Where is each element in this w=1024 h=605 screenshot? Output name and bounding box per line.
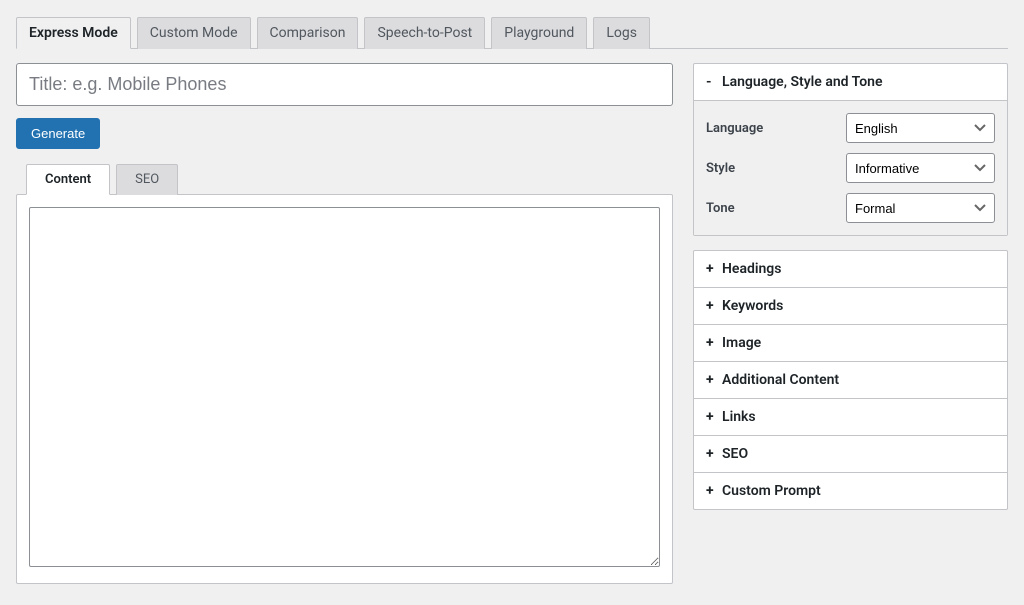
plus-icon: + [706, 335, 716, 351]
plus-icon: + [706, 261, 716, 277]
panel-header-keywords[interactable]: + Keywords [694, 288, 1007, 325]
content-textarea[interactable] [29, 207, 660, 567]
generate-button[interactable]: Generate [16, 118, 100, 149]
top-nav-tabs: Express Mode Custom Mode Comparison Spee… [16, 16, 1008, 49]
tone-label: Tone [706, 201, 846, 216]
panel-title-label: Links [722, 409, 756, 425]
plus-icon: + [706, 446, 716, 462]
panel-header-seo[interactable]: + SEO [694, 436, 1007, 473]
sub-tabs: Content SEO [16, 163, 673, 194]
language-label: Language [706, 121, 846, 136]
language-select[interactable]: English [846, 113, 995, 143]
tone-select[interactable]: Formal [846, 193, 995, 223]
panel-header-links[interactable]: + Links [694, 399, 1007, 436]
nav-tab-logs[interactable]: Logs [593, 17, 650, 49]
plus-icon: + [706, 298, 716, 314]
nav-tab-custom-mode[interactable]: Custom Mode [137, 17, 251, 49]
panel-title-label: Keywords [722, 298, 783, 314]
panel-header-language-style-tone[interactable]: - Language, Style and Tone [694, 64, 1007, 101]
nav-tab-speech-to-post[interactable]: Speech-to-Post [364, 17, 485, 49]
title-input[interactable] [16, 63, 673, 106]
sub-tab-seo[interactable]: SEO [116, 164, 178, 195]
nav-tab-express-mode[interactable]: Express Mode [16, 17, 131, 49]
collapsed-panels: + Headings + Keywords + Image + Addition… [693, 250, 1008, 510]
panel-title-label: Headings [722, 261, 781, 277]
plus-icon: + [706, 372, 716, 388]
plus-icon: + [706, 483, 716, 499]
panel-title-label: Image [722, 335, 761, 351]
nav-tab-comparison[interactable]: Comparison [257, 17, 359, 49]
panel-header-image[interactable]: + Image [694, 325, 1007, 362]
panel-title-label: SEO [722, 446, 748, 462]
panel-header-additional-content[interactable]: + Additional Content [694, 362, 1007, 399]
plus-icon: + [706, 409, 716, 425]
nav-tab-playground[interactable]: Playground [491, 17, 587, 49]
panel-title-label: Custom Prompt [722, 483, 821, 499]
style-select[interactable]: Informative [846, 153, 995, 183]
style-label: Style [706, 161, 846, 176]
panel-language-style-tone: - Language, Style and Tone Language Engl… [693, 63, 1008, 236]
panel-body-language-style-tone: Language English Style Informative Tone … [694, 101, 1007, 235]
content-box [16, 194, 673, 584]
panel-header-custom-prompt[interactable]: + Custom Prompt [694, 473, 1007, 509]
panel-title-label: Additional Content [722, 372, 839, 388]
sub-tab-content[interactable]: Content [26, 164, 110, 195]
panel-title-label: Language, Style and Tone [722, 74, 883, 90]
panel-header-headings[interactable]: + Headings [694, 251, 1007, 288]
minus-icon: - [706, 74, 716, 90]
